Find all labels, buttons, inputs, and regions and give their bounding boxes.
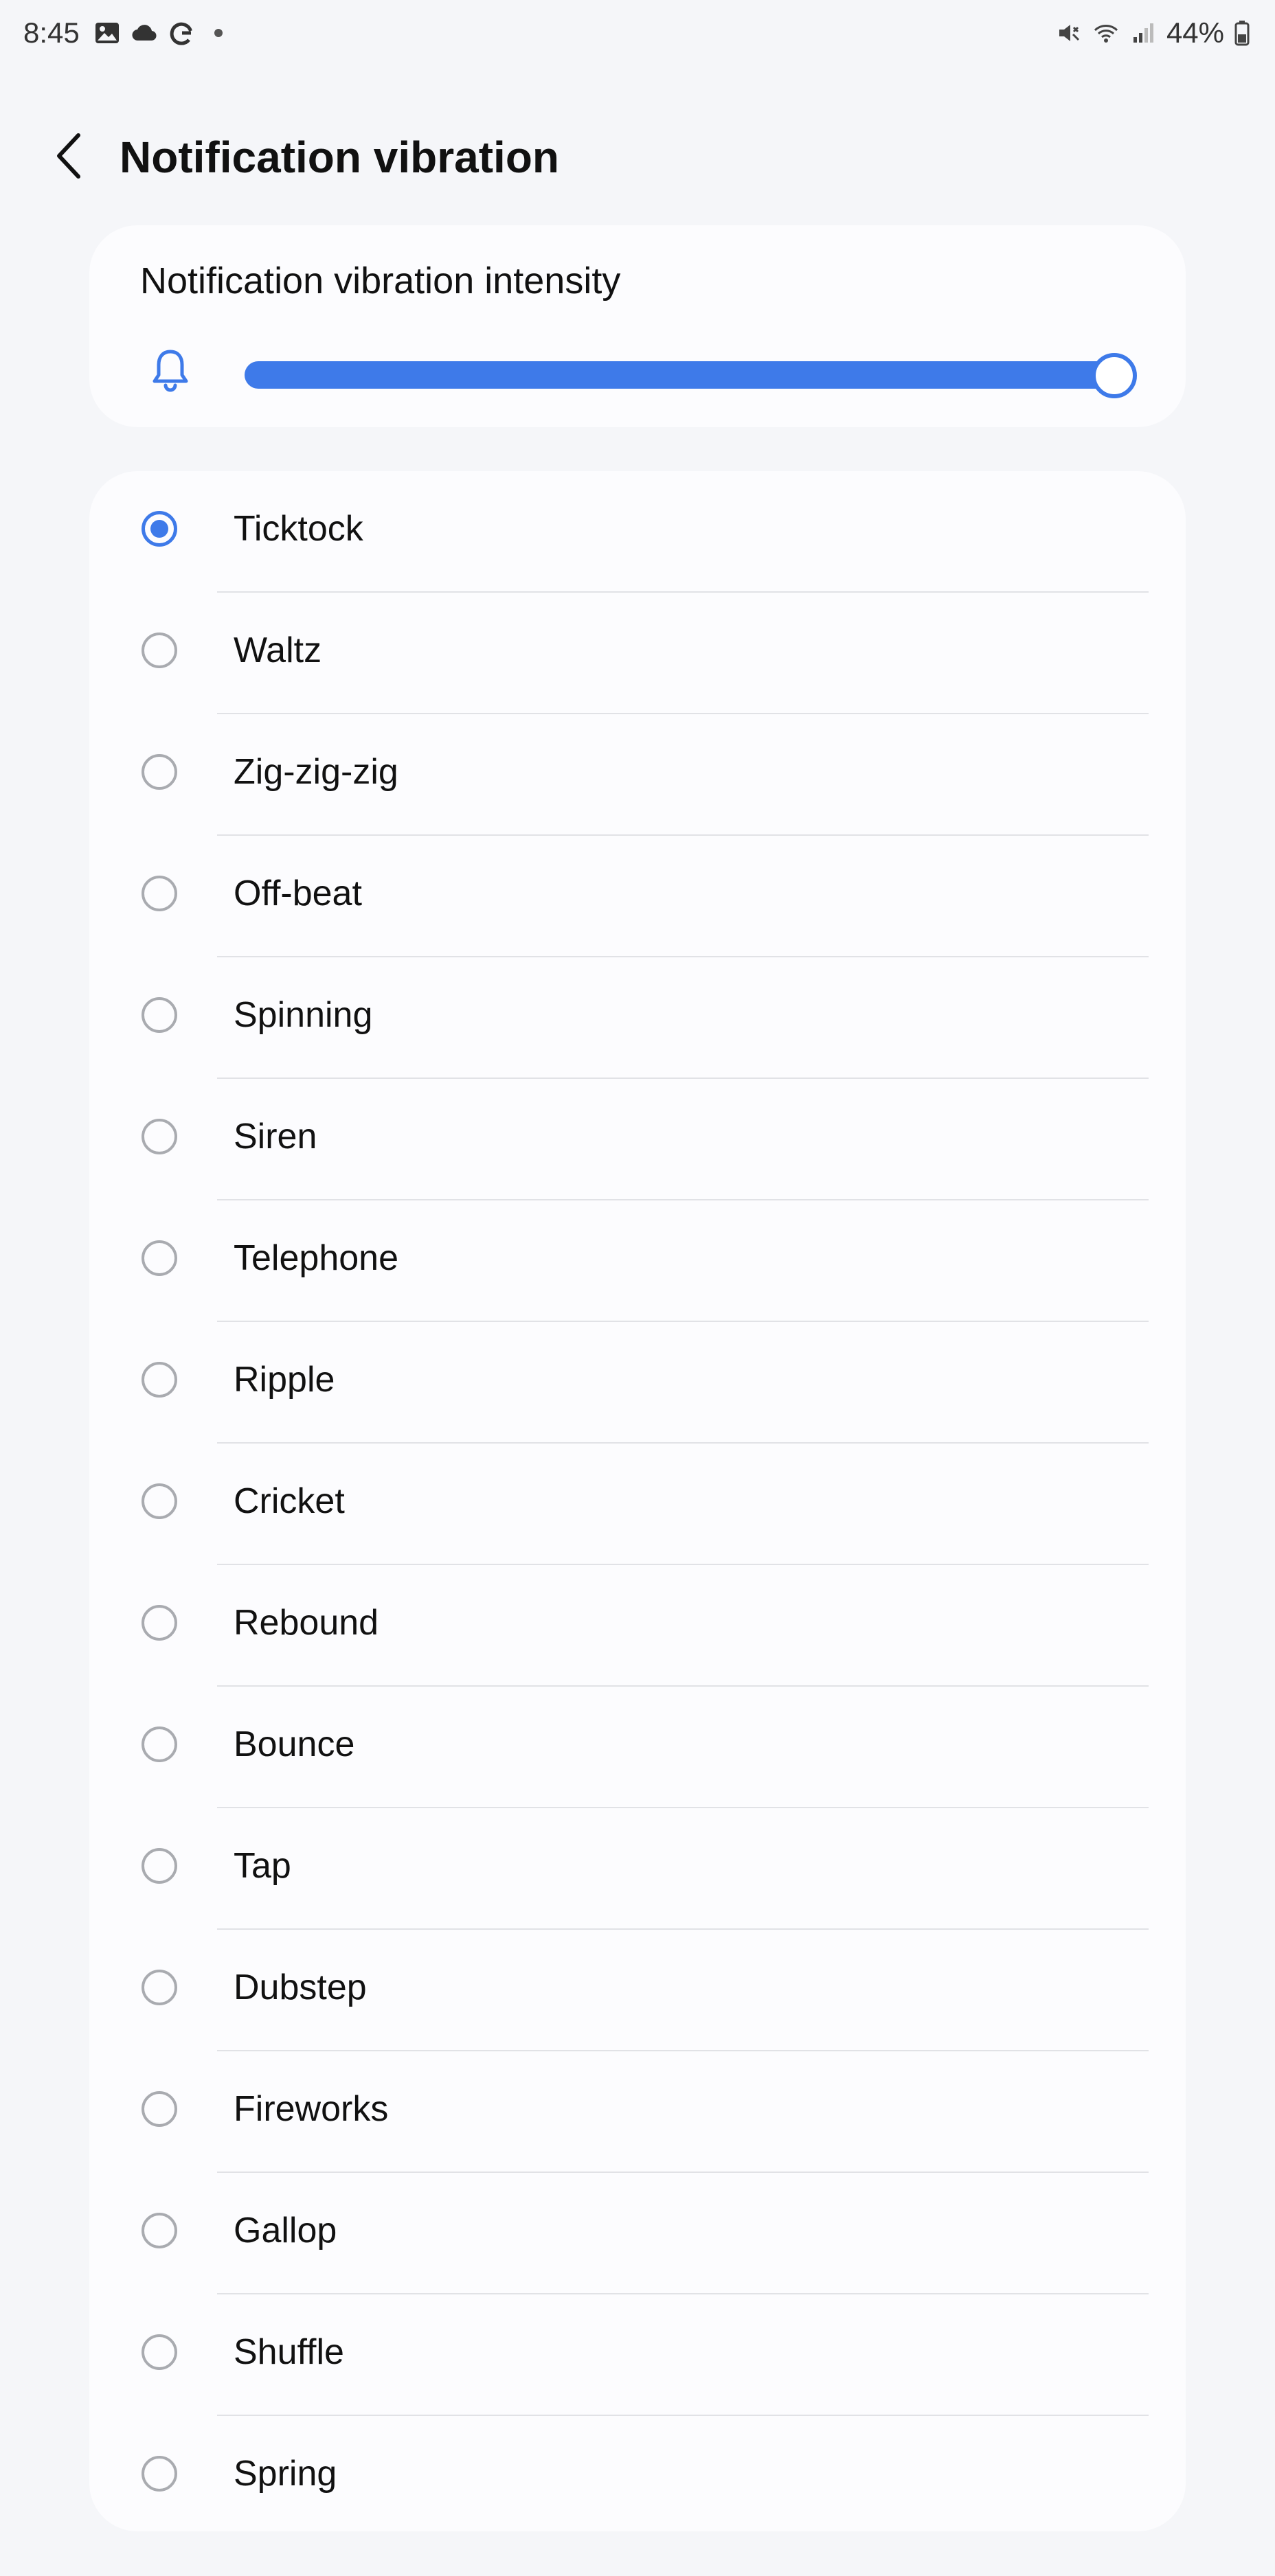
wifi-icon <box>1092 19 1120 47</box>
pattern-label: Rebound <box>234 1603 379 1643</box>
intensity-card: Notification vibration intensity <box>89 225 1186 427</box>
radio-button[interactable] <box>142 754 177 790</box>
pattern-option-ticktock[interactable]: Ticktock <box>89 471 1186 593</box>
pattern-option-shuffle[interactable]: Shuffle <box>89 2294 1186 2416</box>
pattern-option-waltz[interactable]: Waltz <box>89 593 1186 714</box>
pattern-option-tap[interactable]: Tap <box>89 1808 1186 1930</box>
slider-thumb[interactable] <box>1092 353 1137 398</box>
slider-track <box>245 361 1114 389</box>
pattern-option-spring[interactable]: Spring <box>89 2416 1186 2538</box>
radio-button[interactable] <box>142 1970 177 2005</box>
mute-vibrate-icon <box>1055 19 1083 47</box>
pattern-option-off-beat[interactable]: Off-beat <box>89 836 1186 957</box>
status-time: 8:45 <box>23 16 80 49</box>
pattern-label: Shuffle <box>234 2332 344 2372</box>
pattern-label: Siren <box>234 1117 317 1156</box>
image-icon <box>93 19 121 47</box>
pattern-option-bounce[interactable]: Bounce <box>89 1687 1186 1808</box>
radio-button[interactable] <box>142 876 177 911</box>
bell-icon <box>150 347 191 393</box>
notification-dot <box>214 29 223 37</box>
radio-button[interactable] <box>142 1362 177 1398</box>
radio-button[interactable] <box>142 1848 177 1884</box>
pattern-label: Cricket <box>234 1481 345 1521</box>
cloud-icon <box>131 19 158 47</box>
radio-button[interactable] <box>142 1605 177 1641</box>
pattern-list: Ticktock Waltz Zig-zig-zig Off-beat Spin… <box>89 471 1186 2538</box>
pattern-option-cricket[interactable]: Cricket <box>89 1444 1186 1565</box>
radio-button[interactable] <box>142 2456 177 2492</box>
radio-button[interactable] <box>142 1726 177 1762</box>
pattern-option-zig-zig-zig[interactable]: Zig-zig-zig <box>89 714 1186 836</box>
radio-button[interactable] <box>142 2334 177 2370</box>
pattern-option-siren[interactable]: Siren <box>89 1079 1186 1200</box>
status-right: 44% <box>1055 12 1250 54</box>
pattern-option-telephone[interactable]: Telephone <box>89 1200 1186 1322</box>
pattern-label: Zig-zig-zig <box>234 752 398 792</box>
pattern-label: Telephone <box>234 1238 398 1278</box>
radio-button[interactable] <box>142 1240 177 1276</box>
battery-percent: 44% <box>1166 16 1224 49</box>
pattern-label: Tap <box>234 1846 291 1886</box>
radio-button[interactable] <box>142 1483 177 1519</box>
radio-button[interactable] <box>142 2091 177 2127</box>
status-left: 8:45 <box>23 12 223 54</box>
pattern-label: Spring <box>234 2454 337 2494</box>
pattern-option-rebound[interactable]: Rebound <box>89 1565 1186 1687</box>
page-title: Notification vibration <box>120 133 559 182</box>
pattern-label: Dubstep <box>234 1968 367 2007</box>
pattern-label: Waltz <box>234 630 322 670</box>
pattern-option-gallop[interactable]: Gallop <box>89 2173 1186 2294</box>
battery-icon <box>1234 19 1250 47</box>
pattern-label: Ticktock <box>234 509 363 549</box>
chevron-left-icon <box>57 133 80 179</box>
pattern-option-ripple[interactable]: Ripple <box>89 1322 1186 1444</box>
pattern-option-fireworks[interactable]: Fireworks <box>89 2051 1186 2173</box>
pattern-label: Ripple <box>234 1360 335 1400</box>
radio-button[interactable] <box>142 1119 177 1154</box>
pattern-label: Fireworks <box>234 2089 389 2129</box>
pattern-label: Spinning <box>234 995 373 1035</box>
intensity-title: Notification vibration intensity <box>140 260 621 301</box>
radio-button[interactable] <box>142 2213 177 2248</box>
signal-icon <box>1129 19 1157 47</box>
pattern-option-dubstep[interactable]: Dubstep <box>89 1930 1186 2051</box>
status-bar: 8:45 44% <box>0 0 1275 66</box>
header: Notification vibration <box>0 120 1275 196</box>
radio-button-selected[interactable] <box>142 511 177 547</box>
intensity-slider[interactable] <box>245 347 1137 402</box>
pattern-label: Bounce <box>234 1724 355 1764</box>
pattern-card: Ticktock Waltz Zig-zig-zig Off-beat Spin… <box>89 471 1186 2531</box>
pattern-label: Off-beat <box>234 874 362 913</box>
radio-button[interactable] <box>142 997 177 1033</box>
radio-button[interactable] <box>142 632 177 668</box>
google-icon <box>168 19 195 47</box>
back-button[interactable] <box>41 128 96 183</box>
slider-fill <box>245 361 1114 389</box>
pattern-label: Gallop <box>234 2211 337 2250</box>
pattern-option-spinning[interactable]: Spinning <box>89 957 1186 1079</box>
